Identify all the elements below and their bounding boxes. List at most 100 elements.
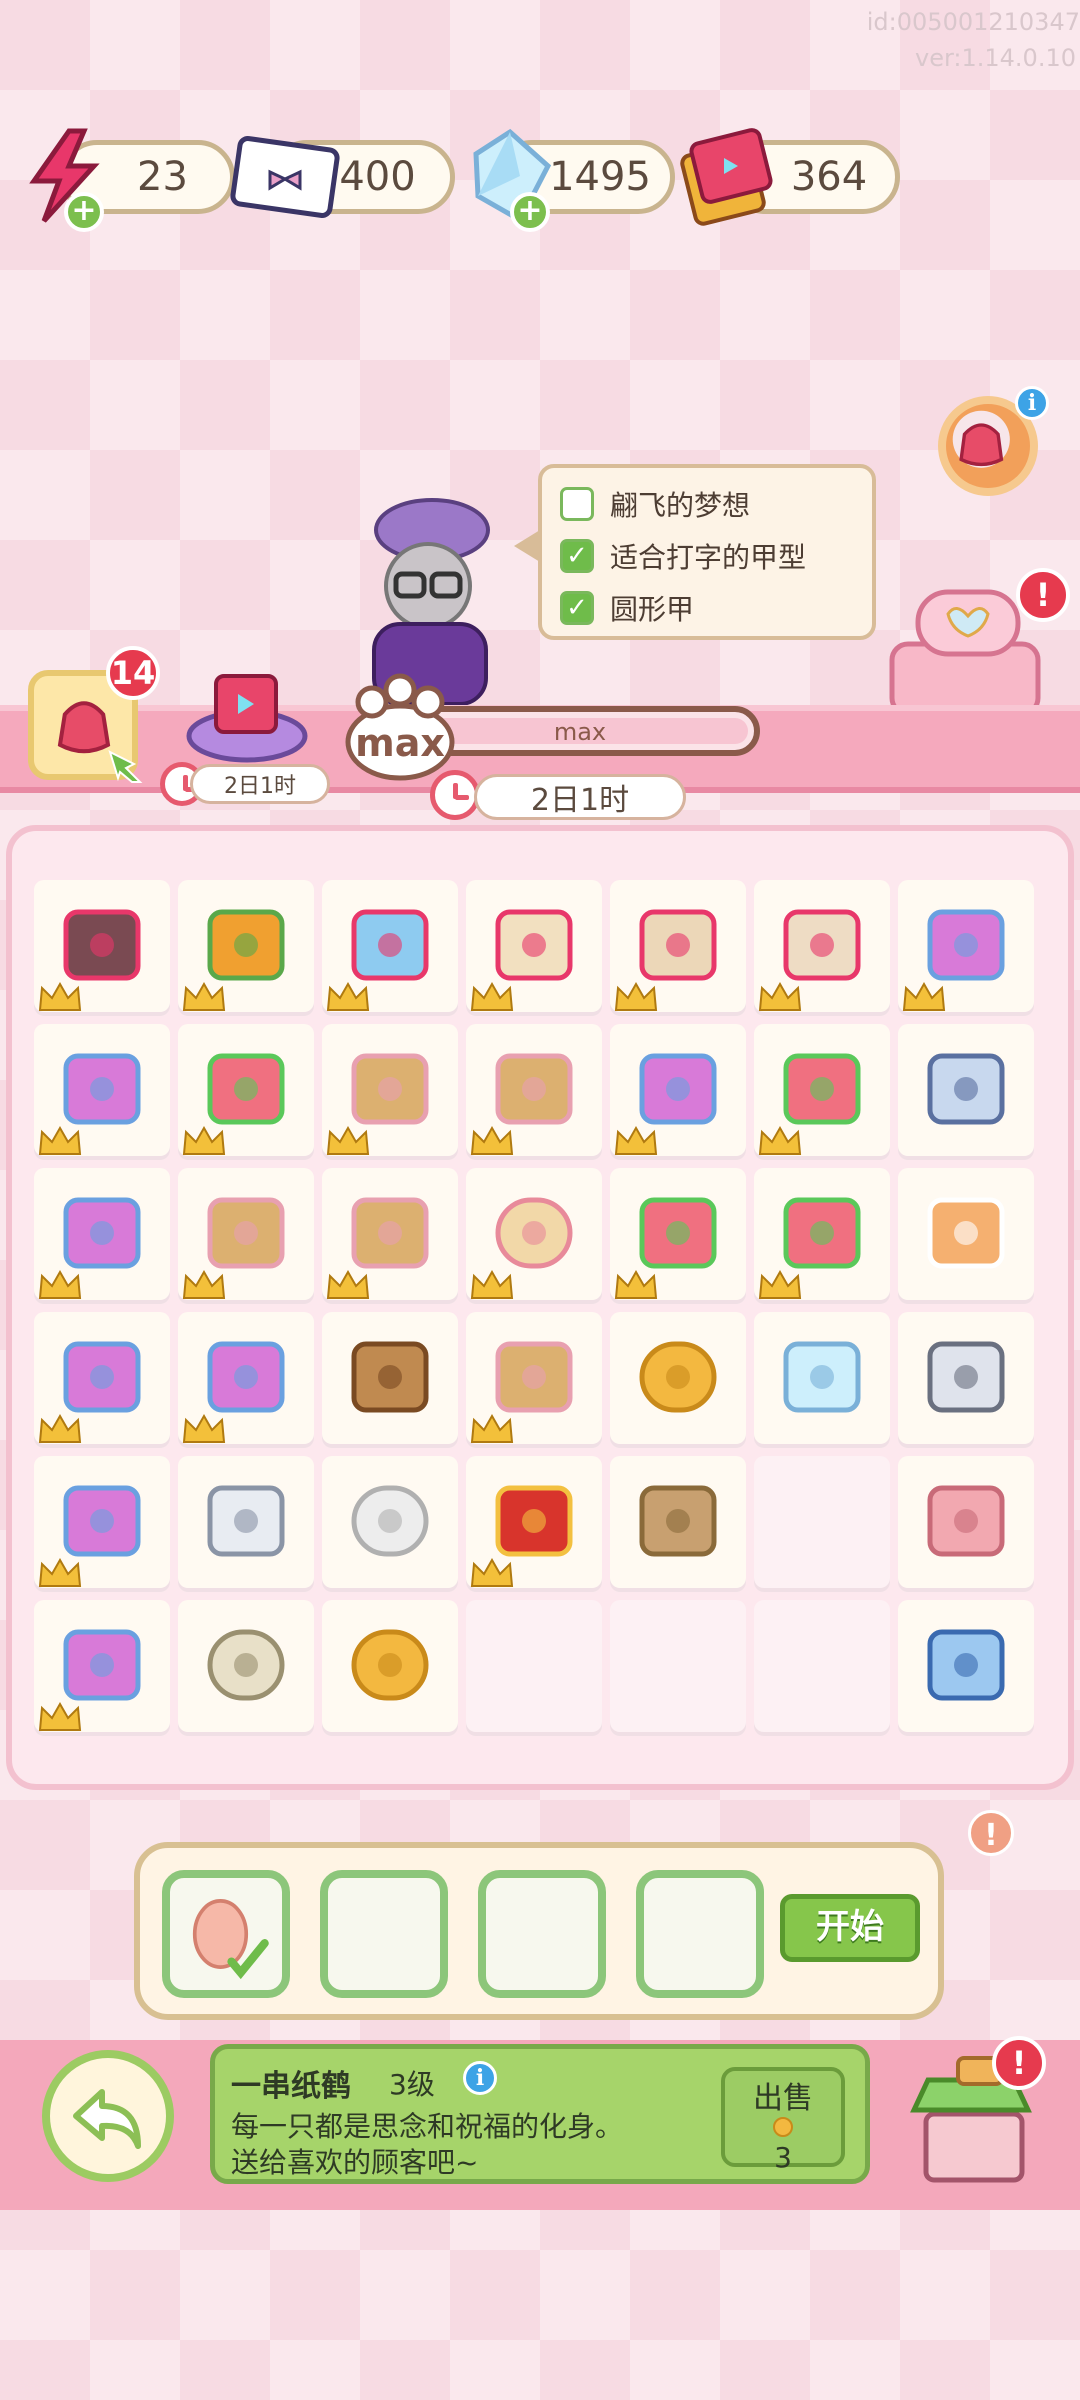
- heart-cookie-icon: [495, 1197, 573, 1269]
- crown-icon: [38, 982, 82, 1011]
- shop-alert-badge: !: [992, 2036, 1046, 2090]
- grid-cell[interactable]: [322, 1024, 458, 1160]
- grid-cell[interactable]: [754, 1168, 890, 1304]
- grid-cell[interactable]: [34, 880, 170, 1016]
- grid-cell[interactable]: [466, 1312, 602, 1448]
- grid-cell[interactable]: [610, 880, 746, 1016]
- grid-cell[interactable]: [754, 1600, 890, 1736]
- grid-cell[interactable]: [898, 1312, 1034, 1448]
- crown-icon: [470, 1270, 514, 1299]
- sell-price: 3: [774, 2141, 792, 2174]
- grid-cell[interactable]: [34, 1168, 170, 1304]
- grid-cell[interactable]: [610, 1600, 746, 1736]
- grid-cell[interactable]: [34, 1024, 170, 1160]
- check-row: ✓ 圆形甲: [560, 582, 854, 634]
- coin-icon: [773, 2117, 793, 2137]
- energy-add-button[interactable]: +: [64, 192, 104, 232]
- gift-box-icon: [207, 1197, 285, 1269]
- paper-note-icon: [927, 1053, 1005, 1125]
- grid-cell[interactable]: [610, 1456, 746, 1592]
- ice-crystal-icon: [351, 909, 429, 981]
- crown-icon: [38, 1126, 82, 1155]
- grid-cell[interactable]: [178, 1312, 314, 1448]
- sell-button[interactable]: 出售 3: [721, 2067, 845, 2174]
- gift-box-icon: [495, 1053, 573, 1125]
- grid-cell[interactable]: [322, 1168, 458, 1304]
- grid-cell[interactable]: [610, 1312, 746, 1448]
- grid-cell[interactable]: [898, 1024, 1034, 1160]
- grid-cell[interactable]: [34, 1600, 170, 1736]
- grid-cell[interactable]: [178, 880, 314, 1016]
- gift-box-icon: [495, 1341, 573, 1413]
- svg-text:max: max: [355, 721, 445, 765]
- item-level: 3级: [389, 2068, 435, 2101]
- requirement-checklist: 翩飞的梦想 ✓ 适合打字的甲型 ✓ 圆形甲: [538, 464, 876, 640]
- paper-cranes-icon: [639, 1197, 717, 1269]
- crystal-icon: [783, 1341, 861, 1413]
- paw-icon: max: [345, 673, 455, 781]
- grid-cell[interactable]: [178, 1600, 314, 1736]
- memo-basket-icon: [63, 1197, 141, 1269]
- item-description-line2: 送给喜欢的顾客吧~: [231, 2146, 479, 2179]
- grid-cell[interactable]: [322, 880, 458, 1016]
- crown-icon: [38, 1702, 82, 1731]
- item-detail-card: 一串纸鹤 3级 i 每一只都是思念和祝福的化身。 送给喜欢的顾客吧~ 出售 3: [210, 2044, 870, 2184]
- crown-icon: [902, 982, 946, 1011]
- grid-cell[interactable]: [466, 1600, 602, 1736]
- grid-cell[interactable]: [754, 1312, 890, 1448]
- order-slot-2[interactable]: [320, 1870, 448, 1998]
- grid-cell[interactable]: [466, 880, 602, 1016]
- checked-box-icon: ✓: [560, 591, 594, 625]
- grid-cell[interactable]: [34, 1456, 170, 1592]
- item-info-button[interactable]: i: [463, 2061, 497, 2095]
- grid-cell[interactable]: [178, 1024, 314, 1160]
- grid-cell[interactable]: [898, 1600, 1034, 1736]
- grid-cell[interactable]: [466, 1168, 602, 1304]
- order-slot-1[interactable]: [162, 1870, 290, 1998]
- memo-basket-icon: [63, 1485, 141, 1557]
- grid-cell[interactable]: [34, 1312, 170, 1448]
- crown-icon: [182, 1126, 226, 1155]
- crystal-add-button[interactable]: +: [510, 192, 550, 232]
- bag-info-button[interactable]: i: [1015, 386, 1049, 420]
- tray-alert-icon[interactable]: !: [968, 1810, 1014, 1856]
- sell-label: 出售: [753, 2081, 813, 2116]
- jewel-box-icon: [783, 909, 861, 981]
- crown-icon: [470, 982, 514, 1011]
- crown-icon: [470, 1558, 514, 1587]
- grid-cell[interactable]: [898, 1456, 1034, 1592]
- back-button[interactable]: [42, 2050, 174, 2182]
- check-row: 翩飞的梦想: [560, 478, 854, 530]
- grid-cell[interactable]: [898, 1168, 1034, 1304]
- grid-cell[interactable]: [754, 1456, 890, 1592]
- grid-cell[interactable]: [610, 1024, 746, 1160]
- order-slot-4[interactable]: [636, 1870, 764, 1998]
- grid-cell[interactable]: [322, 1456, 458, 1592]
- grid-cell[interactable]: [610, 1168, 746, 1304]
- crown-icon: [38, 1270, 82, 1299]
- crown-icon: [182, 1414, 226, 1443]
- grid-cell[interactable]: [178, 1456, 314, 1592]
- item-name: 一串纸鹤: [231, 2069, 351, 2104]
- memo-basket-icon: [639, 1053, 717, 1125]
- memo-basket-icon: [63, 1629, 141, 1701]
- order-slot-3[interactable]: [478, 1870, 606, 1998]
- grid-cell[interactable]: [754, 880, 890, 1016]
- crown-icon: [326, 1270, 370, 1299]
- card-generator-icon[interactable]: [182, 656, 312, 766]
- grid-cell[interactable]: [898, 880, 1034, 1016]
- grid-cell[interactable]: [466, 1024, 602, 1160]
- item-description-line1: 每一只都是思念和祝福的化身。: [231, 2110, 624, 2143]
- grid-cell[interactable]: [178, 1168, 314, 1304]
- grid-cell[interactable]: [322, 1600, 458, 1736]
- gift-box-icon: [351, 1053, 429, 1125]
- grid-cell[interactable]: [466, 1456, 602, 1592]
- crown-icon: [470, 1414, 514, 1443]
- grid-cell[interactable]: [322, 1312, 458, 1448]
- generator-count-badge: 14: [106, 646, 160, 700]
- gift-box-icon: [351, 1197, 429, 1269]
- start-button[interactable]: 开始: [780, 1894, 920, 1962]
- fingernail-icon: [192, 1899, 269, 1980]
- grid-cell[interactable]: [754, 1024, 890, 1160]
- crown-icon: [182, 1270, 226, 1299]
